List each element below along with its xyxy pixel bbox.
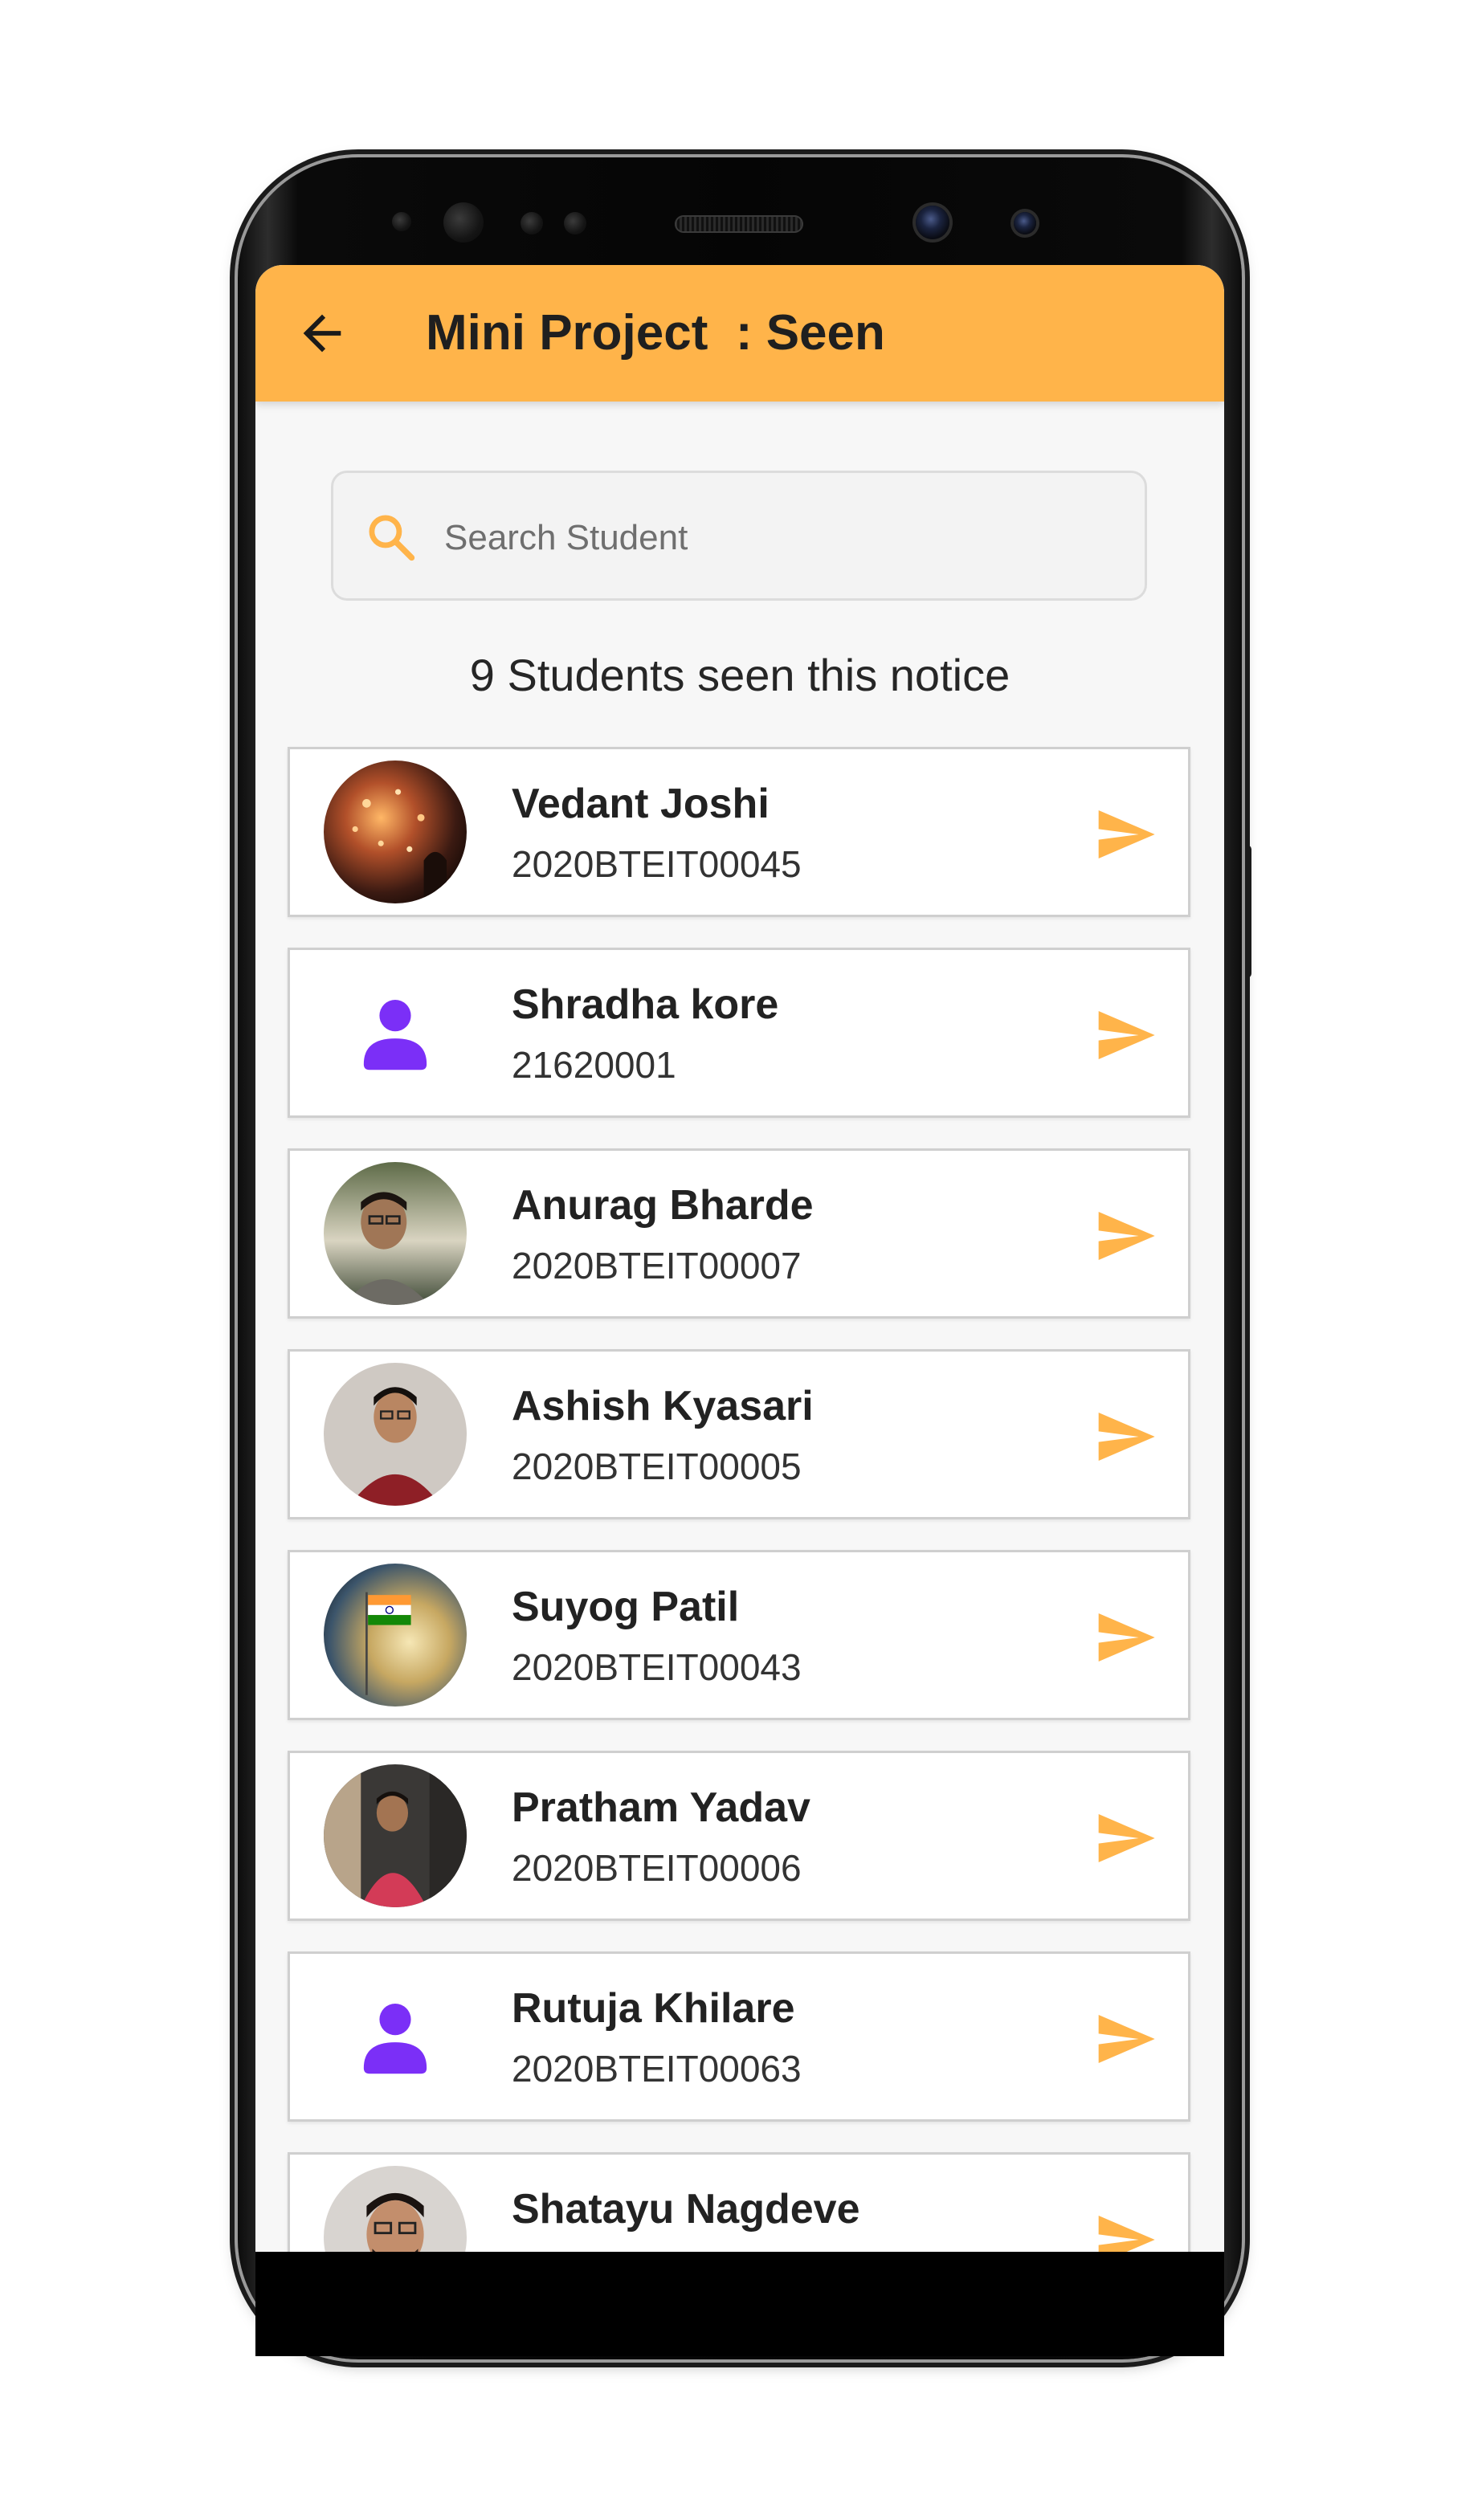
- seen-count-text: 9 Students seen this notice: [469, 650, 1010, 700]
- arrow-left-icon: [303, 314, 341, 353]
- avatar: [324, 1764, 467, 1907]
- send-button[interactable]: [1093, 802, 1157, 867]
- default-person-icon: [324, 1965, 467, 2108]
- send-button[interactable]: [1093, 1204, 1157, 1268]
- app-screen: Mini Project : Seen 9 Students seen this…: [255, 265, 1224, 2252]
- send-icon: [1098, 1212, 1155, 1260]
- send-icon: [1098, 1011, 1155, 1059]
- search-bar[interactable]: [331, 471, 1147, 601]
- power-button: [1240, 845, 1251, 978]
- iris-scanner-icon: [916, 206, 949, 239]
- student-id: 21620001: [512, 1044, 676, 1086]
- student-name: Rutuja Khilare: [512, 1985, 795, 2032]
- list-item[interactable]: Shradha kore 21620001: [288, 948, 1190, 1118]
- send-icon: [1098, 810, 1155, 858]
- student-name: Shatayu Nagdeve: [512, 2186, 860, 2233]
- send-icon: [1098, 1613, 1155, 1662]
- front-camera-icon: [443, 202, 484, 243]
- list-item[interactable]: Anurag Bharde 2020BTEIT00007: [288, 1148, 1190, 1319]
- sensor-dot-icon: [521, 212, 543, 234]
- earpiece-speaker: [675, 215, 803, 233]
- avatar: [324, 1564, 467, 1707]
- student-name: Shradha kore: [512, 981, 779, 1028]
- avatar: [324, 1363, 467, 1506]
- list-item[interactable]: Pratham Yadav 2020BTEIT00006: [288, 1751, 1190, 1921]
- avatar: [324, 1162, 467, 1305]
- sensor-dot-icon: [564, 212, 586, 234]
- list-item[interactable]: Shatayu Nagdeve: [288, 2152, 1190, 2252]
- list-item[interactable]: Ashish Kyasari 2020BTEIT00005: [288, 1349, 1190, 1519]
- student-name: Anurag Bharde: [512, 1182, 814, 1229]
- back-button[interactable]: [294, 305, 350, 361]
- list-item[interactable]: Vedant Joshi 2020BTEIT00045: [288, 747, 1190, 917]
- send-icon: [1098, 1814, 1155, 1862]
- list-item[interactable]: Rutuja Khilare 2020BTEIT00063: [288, 1951, 1190, 2122]
- bottom-bezel: [255, 2252, 1224, 2356]
- page-title: Mini Project : Seen: [426, 305, 885, 361]
- student-name: Suyog Patil: [512, 1584, 740, 1630]
- student-id: 2020BTEIT00007: [512, 1245, 802, 1287]
- search-input[interactable]: [443, 505, 1104, 571]
- send-icon: [1098, 1413, 1155, 1461]
- student-id: 2020BTEIT00005: [512, 1446, 802, 1487]
- sensor-dot-icon: [392, 212, 411, 231]
- student-id: 2020BTEIT00043: [512, 1646, 802, 1688]
- sensor-icon: [1014, 212, 1036, 234]
- avatar: [324, 2166, 467, 2252]
- send-icon: [1098, 2216, 1155, 2252]
- send-button[interactable]: [1093, 2208, 1157, 2252]
- default-person-icon: [324, 961, 467, 1104]
- student-name: Vedant Joshi: [512, 781, 770, 827]
- student-id: 2020BTEIT00006: [512, 1847, 802, 1889]
- student-name: Ashish Kyasari: [512, 1383, 814, 1429]
- list-item[interactable]: Suyog Patil 2020BTEIT00043: [288, 1550, 1190, 1720]
- send-button[interactable]: [1093, 1806, 1157, 1870]
- app-bar: Mini Project : Seen: [255, 265, 1224, 402]
- avatar: [324, 760, 467, 903]
- student-id: 2020BTEIT00063: [512, 2048, 802, 2090]
- send-button[interactable]: [1093, 1605, 1157, 1670]
- send-button[interactable]: [1093, 1003, 1157, 1067]
- search-icon: [369, 515, 415, 561]
- send-button[interactable]: [1093, 2007, 1157, 2071]
- send-icon: [1098, 2015, 1155, 2063]
- send-button[interactable]: [1093, 1405, 1157, 1469]
- student-id: 2020BTEIT00045: [512, 843, 802, 885]
- student-name: Pratham Yadav: [512, 1784, 810, 1831]
